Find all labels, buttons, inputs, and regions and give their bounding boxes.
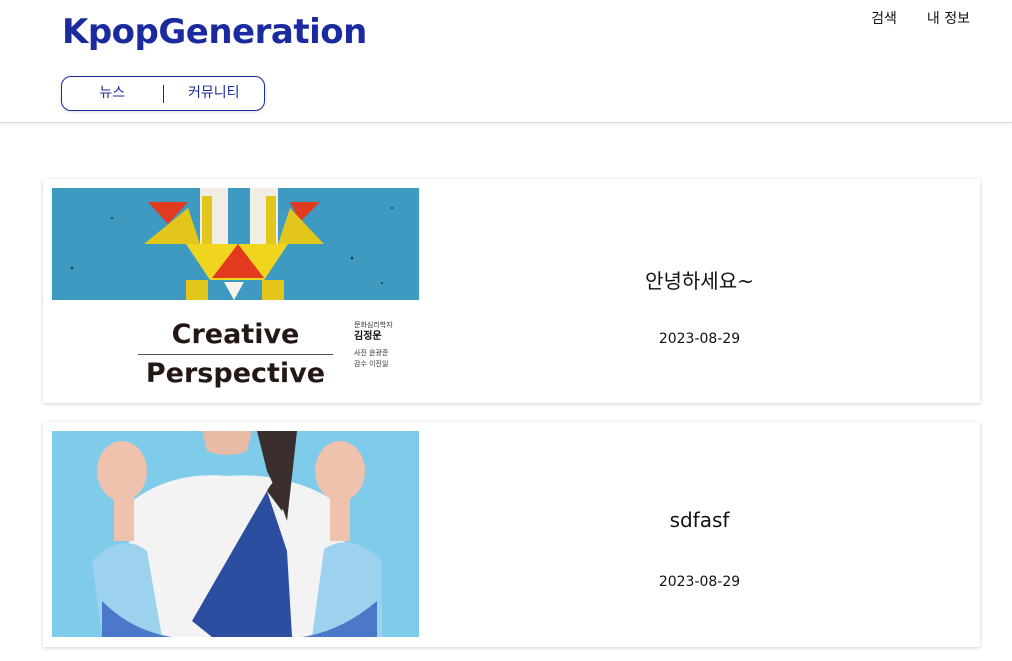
category-tabs: 뉴스 커뮤니티	[61, 76, 265, 111]
post-title[interactable]: 안녕하세요~	[419, 265, 980, 294]
person-photo	[52, 431, 419, 637]
post-thumbnail[interactable]: Creative Perspective 문화심리학자 김정운 사진 윤광준 감…	[52, 188, 419, 394]
post-date: 2023-08-29	[658, 331, 741, 347]
cover-rule	[138, 354, 333, 355]
cover-author-name: 김정운	[354, 331, 382, 342]
post-title[interactable]: sdfasf	[419, 508, 980, 532]
post-info: 안녕하세요~ 2023-08-29	[419, 179, 980, 403]
top-links: 검색 내 정보	[871, 8, 970, 28]
post-date: 2023-08-29	[658, 574, 741, 590]
cover-author-role: 문화심리학자	[354, 321, 393, 329]
cover-title-line1: Creative	[171, 319, 300, 350]
search-link[interactable]: 검색	[871, 8, 897, 28]
book-cover-caption: Creative Perspective 문화심리학자 김정운 사진 윤광준 감…	[52, 300, 419, 394]
my-info-link[interactable]: 내 정보	[927, 8, 970, 28]
cover-author: 문화심리학자 김정운 사진 윤광준 감수 이진일	[354, 320, 393, 370]
post-card[interactable]: Creative Perspective 문화심리학자 김정운 사진 윤광준 감…	[43, 179, 980, 403]
cover-title-line2: Perspective	[145, 358, 326, 389]
post-thumbnail[interactable]	[52, 431, 419, 637]
cover-photographer: 사진 윤광준	[354, 349, 389, 357]
site-logo[interactable]: KpopGeneration	[62, 12, 367, 52]
tab-news[interactable]: 뉴스	[62, 77, 163, 110]
cover-title: Creative Perspective	[138, 318, 333, 391]
cover-supervisor: 감수 이진일	[354, 360, 389, 368]
post-card[interactable]: sdfasf 2023-08-29	[43, 422, 980, 647]
post-info: sdfasf 2023-08-29	[419, 422, 980, 647]
site-header: KpopGeneration 검색 내 정보 뉴스 커뮤니티	[0, 0, 1012, 123]
book-cover-art	[52, 188, 419, 300]
tab-community[interactable]: 커뮤니티	[164, 77, 265, 110]
